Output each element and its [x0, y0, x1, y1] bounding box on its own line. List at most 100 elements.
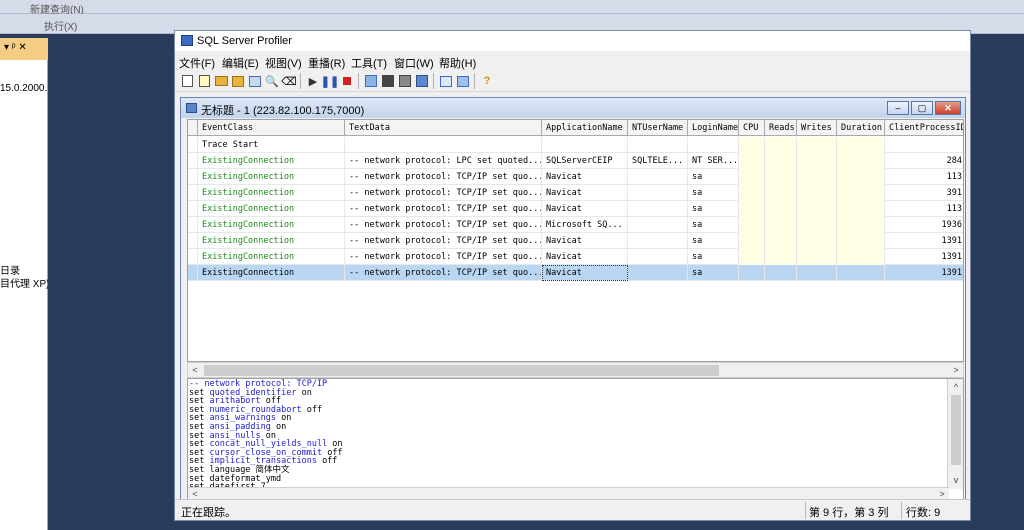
cell-writes[interactable] [797, 185, 837, 201]
cell-loginname[interactable]: sa [688, 201, 739, 217]
cell-reads[interactable] [765, 249, 797, 265]
cell-clientprocessid[interactable]: 1936 [885, 217, 963, 233]
cell-duration[interactable] [837, 249, 885, 265]
cell-writes[interactable] [797, 137, 837, 153]
table-row[interactable]: ExistingConnection -- network protocol: T… [188, 185, 963, 201]
menu-help[interactable]: 帮助(H) [439, 55, 476, 71]
cell-cpu[interactable] [739, 217, 765, 233]
cell-textdata[interactable]: -- network protocol: LPC set quoted... [345, 153, 542, 169]
cell-cpu[interactable] [739, 249, 765, 265]
replay-icon[interactable] [363, 73, 379, 89]
cell-applicationname[interactable]: SQLServerCEIP [542, 153, 628, 169]
cell-writes[interactable] [797, 265, 837, 281]
run-icon[interactable]: ▶ [305, 73, 321, 89]
grid-horizontal-scrollbar[interactable]: < > [187, 362, 964, 378]
properties-icon[interactable] [247, 73, 263, 89]
cell-clientprocessid[interactable]: 113 [885, 201, 963, 217]
cell-reads[interactable] [765, 153, 797, 169]
columns-icon[interactable] [397, 73, 413, 89]
close-icon[interactable]: ✕ [935, 101, 961, 115]
cell-ntusername[interactable] [628, 233, 688, 249]
cell-reads[interactable] [765, 217, 797, 233]
cell-duration[interactable] [837, 265, 885, 281]
cell-ntusername[interactable] [628, 249, 688, 265]
cell-cpu[interactable] [739, 201, 765, 217]
cell-textdata[interactable]: -- network protocol: TCP/IP set quo... [345, 217, 542, 233]
cell-clientprocessid[interactable]: 1391 [885, 265, 963, 281]
menu-edit[interactable]: 编辑(E) [222, 55, 259, 71]
row-header[interactable] [188, 169, 198, 185]
cell-reads[interactable] [765, 265, 797, 281]
table-row[interactable]: ExistingConnection -- network protocol: T… [188, 265, 963, 281]
cell-textdata[interactable]: -- network protocol: TCP/IP set quo... [345, 201, 542, 217]
cell-applicationname[interactable]: Microsoft SQ... [542, 217, 628, 233]
table-row[interactable]: ExistingConnection -- network protocol: T… [188, 233, 963, 249]
cell-textdata[interactable] [345, 137, 542, 153]
cell-ntusername[interactable] [628, 217, 688, 233]
row-header[interactable] [188, 185, 198, 201]
column-header-clientprocessid[interactable]: ClientProcessID [885, 120, 963, 136]
column-header-writes[interactable]: Writes [797, 120, 837, 136]
cell-writes[interactable] [797, 233, 837, 249]
cell-applicationname[interactable]: Navicat [542, 265, 628, 281]
monitor-icon[interactable] [438, 73, 454, 89]
cell-cpu[interactable] [739, 265, 765, 281]
cell-writes[interactable] [797, 153, 837, 169]
panel-pin-icon[interactable]: ▾ ᵖ ✕ [4, 42, 27, 53]
cell-duration[interactable] [837, 169, 885, 185]
clear-icon[interactable]: ⌫ [281, 73, 297, 89]
cell-duration[interactable] [837, 185, 885, 201]
cell-duration[interactable] [837, 217, 885, 233]
column-header-applicationname[interactable]: ApplicationName [542, 120, 628, 136]
cell-clientprocessid[interactable]: 284 [885, 153, 963, 169]
table-row[interactable]: Trace Start [188, 137, 963, 153]
cell-applicationname[interactable]: Navicat [542, 233, 628, 249]
cell-loginname[interactable]: sa [688, 233, 739, 249]
cell-eventclass[interactable]: Trace Start [198, 137, 345, 153]
cell-loginname[interactable] [688, 137, 739, 153]
cell-eventclass[interactable]: ExistingConnection [198, 233, 345, 249]
tree-node-agent[interactable]: 目代理 XP) [0, 275, 48, 290]
cell-clientprocessid[interactable]: 113 [885, 169, 963, 185]
cell-writes[interactable] [797, 169, 837, 185]
table-row[interactable]: ExistingConnection -- network protocol: T… [188, 249, 963, 265]
cell-loginname[interactable]: sa [688, 249, 739, 265]
cell-textdata[interactable]: -- network protocol: TCP/IP set quo... [345, 249, 542, 265]
row-header[interactable] [188, 137, 198, 153]
cell-writes[interactable] [797, 217, 837, 233]
table-row[interactable]: ExistingConnection -- network protocol: T… [188, 169, 963, 185]
cell-eventclass[interactable]: ExistingConnection [198, 201, 345, 217]
column-header-duration[interactable]: Duration [837, 120, 885, 136]
cell-textdata[interactable]: -- network protocol: TCP/IP set quo... [345, 265, 542, 281]
scroll-left-icon[interactable]: < [190, 363, 200, 377]
cell-ntusername[interactable] [628, 137, 688, 153]
cell-eventclass[interactable]: ExistingConnection [198, 153, 345, 169]
cell-cpu[interactable] [739, 185, 765, 201]
cell-duration[interactable] [837, 153, 885, 169]
open-template-icon[interactable] [230, 73, 246, 89]
textdata-pane[interactable]: -- network protocol: TCP/IP set quoted_id… [187, 378, 964, 501]
cell-eventclass[interactable]: ExistingConnection [198, 185, 345, 201]
table-row[interactable]: ExistingConnection -- network protocol: L… [188, 153, 963, 169]
new-template-icon[interactable] [196, 73, 212, 89]
column-header-eventclass[interactable]: EventClass [198, 120, 345, 136]
maximize-icon[interactable]: ▢ [911, 101, 933, 115]
find-icon[interactable]: 🔍 [264, 73, 280, 89]
cell-textdata[interactable]: -- network protocol: TCP/IP set quo... [345, 185, 542, 201]
cell-eventclass[interactable]: ExistingConnection [198, 217, 345, 233]
open-folder-icon[interactable] [213, 73, 229, 89]
table-row[interactable]: ExistingConnection -- network protocol: T… [188, 201, 963, 217]
column-header-textdata[interactable]: TextData [345, 120, 542, 136]
cell-clientprocessid[interactable] [885, 137, 963, 153]
new-trace-icon[interactable] [179, 73, 195, 89]
row-header[interactable] [188, 233, 198, 249]
grid-icon[interactable] [380, 73, 396, 89]
cell-reads[interactable] [765, 201, 797, 217]
cell-applicationname[interactable]: Navicat [542, 201, 628, 217]
cell-duration[interactable] [837, 137, 885, 153]
column-header-loginname[interactable]: LoginName [688, 120, 739, 136]
perfmon-icon[interactable] [455, 73, 471, 89]
cell-reads[interactable] [765, 169, 797, 185]
cell-writes[interactable] [797, 201, 837, 217]
cell-clientprocessid[interactable]: 1391 [885, 249, 963, 265]
